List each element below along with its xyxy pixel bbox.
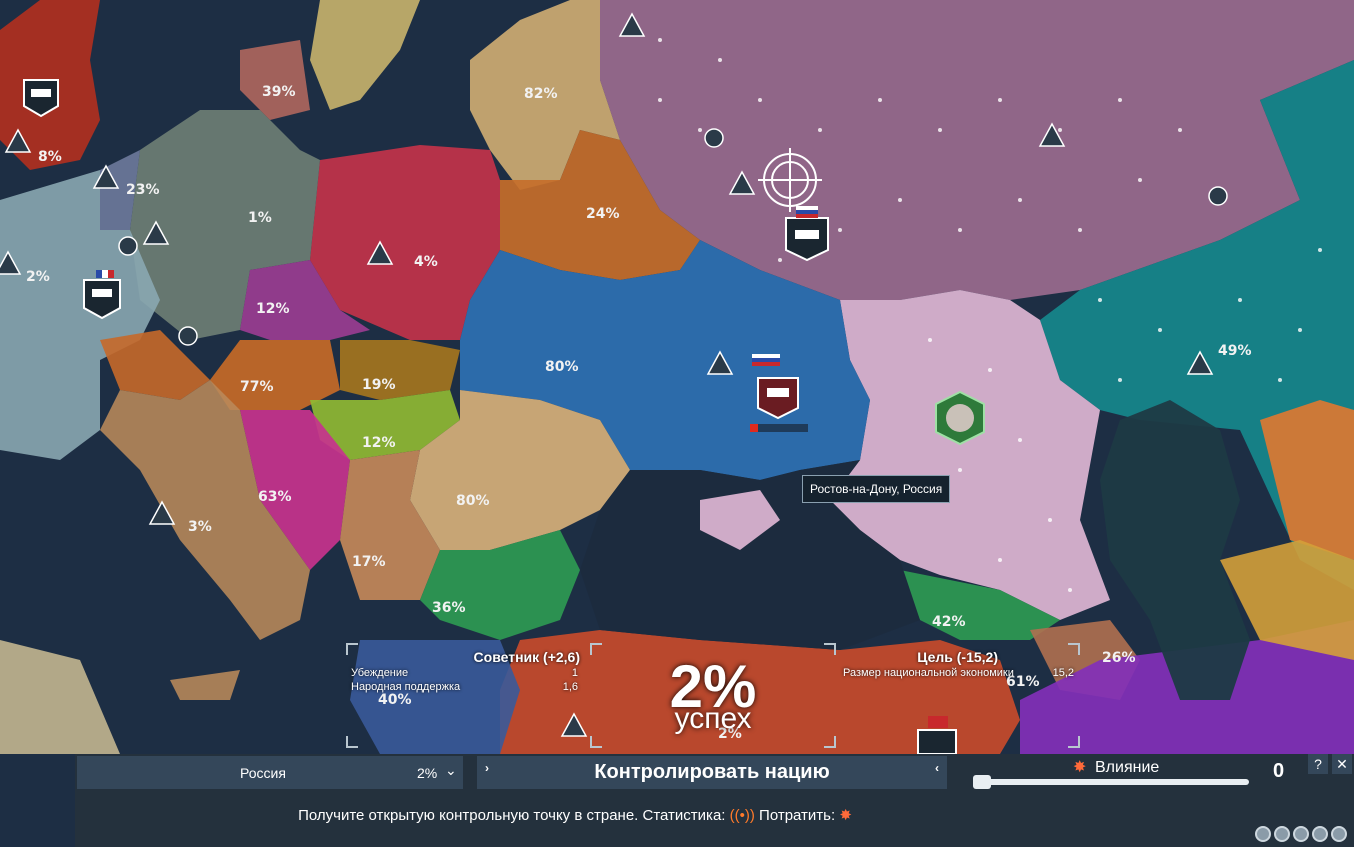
success-panel: 2% успех bbox=[590, 643, 836, 748]
unit-progress-bar bbox=[750, 424, 808, 432]
advisor-row: Народная поддержка 1,6 bbox=[351, 681, 578, 693]
map-pct-label: 36% bbox=[432, 600, 466, 616]
map-pct-label: 39% bbox=[262, 84, 296, 100]
map-pct-label: 24% bbox=[586, 206, 620, 222]
action-select[interactable]: Контролировать нацию › ‹ bbox=[477, 756, 947, 789]
nation-percent: 2% bbox=[417, 765, 438, 781]
bottom-action-bar: Россия 2% ⌄ Контролировать нацию › ‹ ✸ В… bbox=[75, 754, 1354, 847]
influence-icon: ✸ bbox=[839, 807, 852, 824]
map-pct-label: 19% bbox=[362, 377, 396, 393]
map-pct-label: 1% bbox=[248, 210, 272, 226]
map-pct-label: 17% bbox=[352, 554, 386, 570]
map-pct-label: 4% bbox=[414, 254, 438, 270]
map-pct-label: 26% bbox=[1102, 650, 1136, 666]
influence-icon: ✸ bbox=[1073, 759, 1087, 776]
advisor-title: Советник (+2,6) bbox=[473, 649, 580, 665]
target-title: Цель (-15,2) bbox=[917, 649, 998, 665]
pagination-dots bbox=[1255, 826, 1347, 842]
target-row: Размер национальной экономики 15,2 bbox=[843, 667, 1074, 679]
map-pct-label: 77% bbox=[240, 379, 274, 395]
nation-select[interactable]: Россия 2% ⌄ bbox=[77, 756, 463, 789]
map-pct-label: 42% bbox=[932, 614, 966, 630]
region-slovakia bbox=[340, 340, 460, 400]
page-dot[interactable] bbox=[1312, 826, 1328, 842]
influence-slider-track[interactable] bbox=[983, 779, 1249, 785]
map-pct-label: 23% bbox=[126, 182, 160, 198]
map-pct-label: 63% bbox=[258, 489, 292, 505]
map-pct-label: 82% bbox=[524, 86, 558, 102]
map-pct-label: 80% bbox=[545, 359, 579, 375]
map-pct-label: 8% bbox=[38, 149, 62, 165]
advisor-panel: Советник (+2,6) Убеждение 1 Народная подд… bbox=[346, 643, 584, 748]
chevron-right-icon[interactable]: › bbox=[485, 752, 489, 785]
region-tooltip: Ростов-на-Дону, Россия bbox=[802, 475, 951, 503]
page-dot[interactable] bbox=[1293, 826, 1309, 842]
map-pct-label: 12% bbox=[362, 435, 396, 451]
map-pct-label: 80% bbox=[456, 493, 490, 509]
agent-portrait-icon bbox=[935, 390, 985, 446]
advisor-row: Убеждение 1 bbox=[351, 667, 578, 679]
action-label: Контролировать нацию bbox=[594, 761, 830, 783]
map-pct-label: 49% bbox=[1218, 343, 1252, 359]
influence-label: Влияние bbox=[1095, 759, 1160, 776]
map-pct-label: 3% bbox=[188, 519, 212, 535]
page-dot[interactable] bbox=[1331, 826, 1347, 842]
close-button[interactable]: ✕ bbox=[1332, 754, 1352, 774]
page-dot[interactable] bbox=[1274, 826, 1290, 842]
chevron-left-icon[interactable]: ‹ bbox=[935, 752, 939, 785]
nation-name: Россия bbox=[240, 765, 286, 781]
map-pct-label: 12% bbox=[256, 301, 290, 317]
success-label: успех bbox=[674, 702, 752, 735]
chevron-down-icon: ⌄ bbox=[445, 762, 457, 778]
influence-slider-knob[interactable] bbox=[973, 775, 991, 789]
map-pct-label: 2% bbox=[26, 269, 50, 285]
influence-value: 0 bbox=[1273, 760, 1285, 782]
stat-icon: ((•)) bbox=[729, 807, 755, 824]
hint-text: Получите открытую контрольную точку в ст… bbox=[298, 807, 852, 824]
target-panel: Цель (-15,2) Размер национальной экономи… bbox=[838, 643, 1080, 748]
page-dot[interactable] bbox=[1255, 826, 1271, 842]
help-button[interactable]: ? bbox=[1308, 754, 1328, 774]
